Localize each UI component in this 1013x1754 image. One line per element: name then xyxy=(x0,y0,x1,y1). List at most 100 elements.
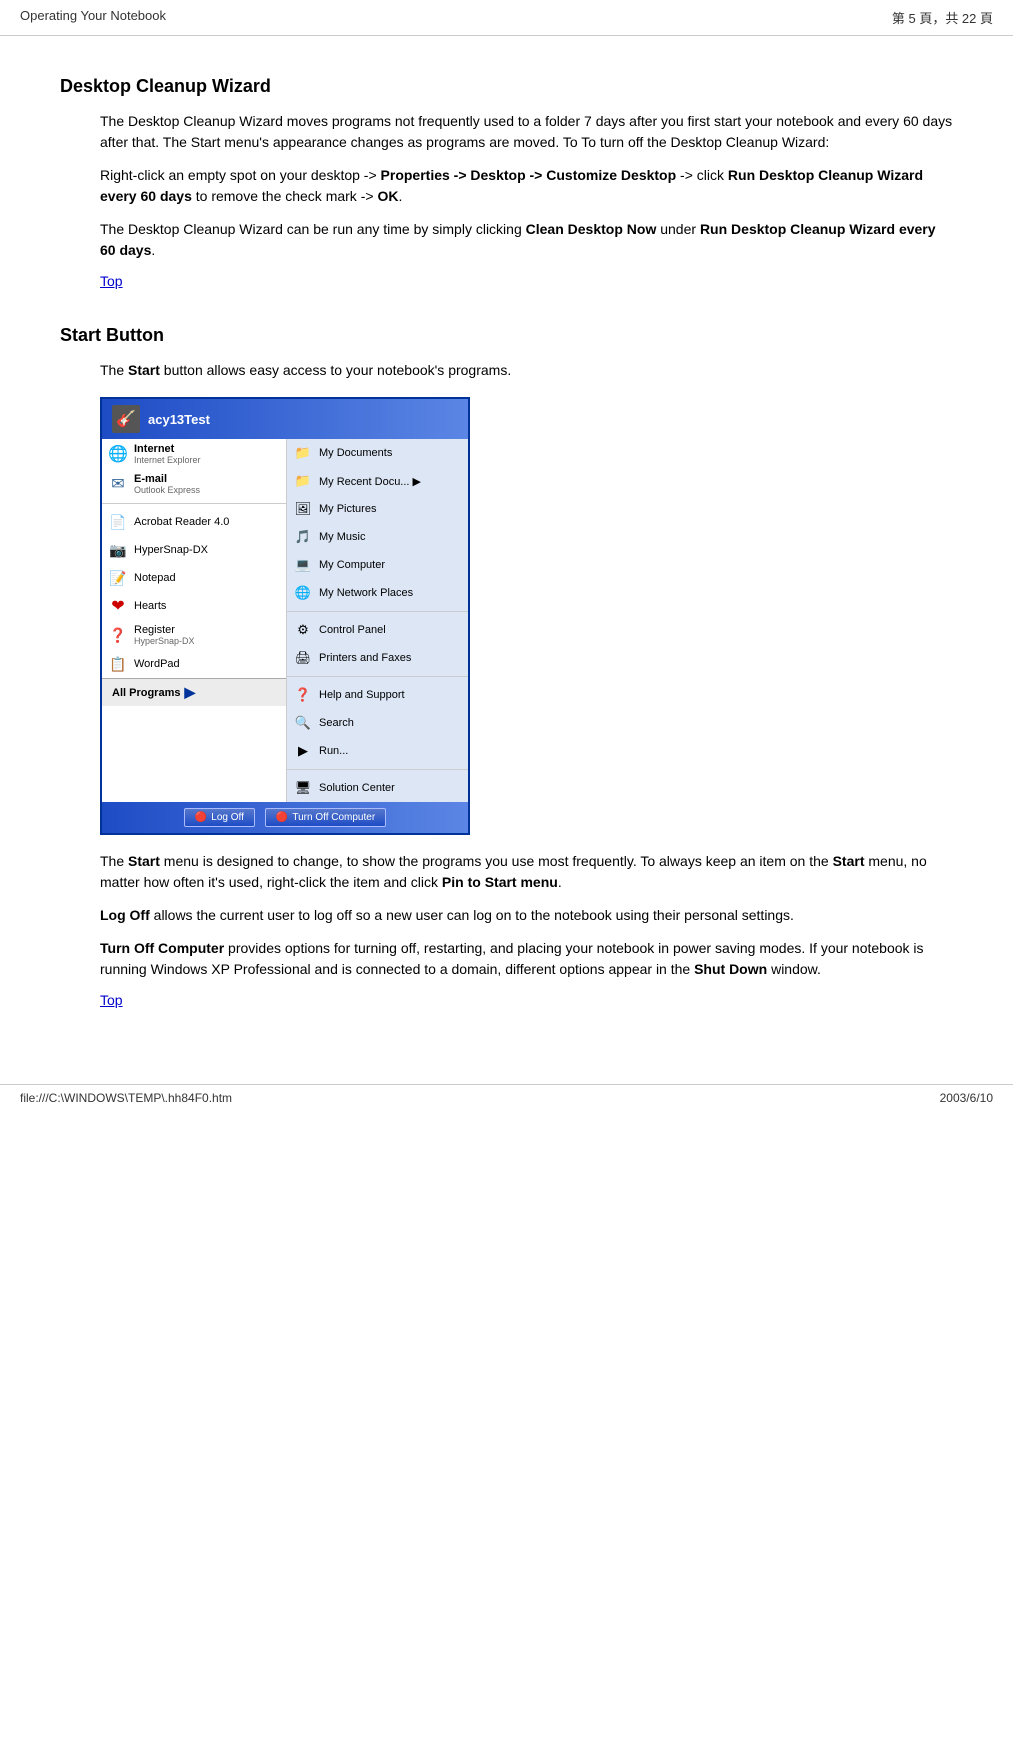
sm-item-internet[interactable]: 🌐 Internet Internet Explorer xyxy=(102,439,286,469)
section2-intro: The Start button allows easy access to y… xyxy=(100,360,953,381)
run-icon: ▶ xyxy=(293,741,313,761)
sm-help-label: Help and Support xyxy=(319,689,405,701)
register-icon: ❓ xyxy=(108,625,128,645)
sm-item-notepad[interactable]: 📝 Notepad xyxy=(102,564,286,592)
sm-solution-center-label: Solution Center xyxy=(319,782,395,794)
sm-logoff-button[interactable]: 🔴 Log Off xyxy=(184,808,255,827)
sm-item-printers[interactable]: 🖨 Printers and Faxes xyxy=(287,644,468,672)
sm-turnoff-button[interactable]: 🔴 Turn Off Computer xyxy=(265,808,386,827)
sm-all-programs[interactable]: All Programs ▶ xyxy=(102,678,286,706)
sm-wordpad-label: WordPad xyxy=(134,658,180,670)
sm-username: acy13Test xyxy=(148,412,210,427)
sm-my-network-label: My Network Places xyxy=(319,587,413,599)
my-documents-icon: 📁 xyxy=(293,443,313,463)
sm-all-programs-label: All Programs xyxy=(112,687,180,699)
sm-item-acrobat[interactable]: 📄 Acrobat Reader 4.0 xyxy=(102,508,286,536)
section2-para1: The Start menu is designed to change, to… xyxy=(100,851,953,893)
sm-register-text: Register HyperSnap-DX xyxy=(134,624,195,646)
hypersnap-icon: 📷 xyxy=(108,540,128,560)
my-pictures-icon: 🖼 xyxy=(293,499,313,519)
wordpad-icon: 📋 xyxy=(108,654,128,674)
sm-left-column: 🌐 Internet Internet Explorer ✉ E-mail xyxy=(102,439,287,802)
footer-date: 2003/6/10 xyxy=(940,1091,993,1105)
sm-my-computer-label: My Computer xyxy=(319,559,385,571)
start-menu-image: 🎸 acy13Test 🌐 Internet Internet Explorer xyxy=(100,397,470,835)
section2-para3: Turn Off Computer provides options for t… xyxy=(100,938,953,980)
section1-para2: Right-click an empty spot on your deskto… xyxy=(100,165,953,207)
section1-top-link[interactable]: Top xyxy=(100,273,123,289)
solution-center-icon: 🖥 xyxy=(293,778,313,798)
section2-para2: Log Off allows the current user to log o… xyxy=(100,905,953,926)
sm-item-wordpad[interactable]: 📋 WordPad xyxy=(102,650,286,678)
section1-para3: The Desktop Cleanup Wizard can be run an… xyxy=(100,219,953,261)
footer-file-path: file:///C:\WINDOWS\TEMP\.hh84F0.htm xyxy=(20,1091,232,1105)
sm-item-my-documents[interactable]: 📁 My Documents xyxy=(287,439,468,467)
my-computer-icon: 💻 xyxy=(293,555,313,575)
sm-item-my-pictures[interactable]: 🖼 My Pictures xyxy=(287,495,468,523)
sm-item-help[interactable]: ❓ Help and Support xyxy=(287,681,468,709)
acrobat-icon: 📄 xyxy=(108,512,128,532)
section2-title: Start Button xyxy=(60,325,953,346)
sm-body: 🌐 Internet Internet Explorer ✉ E-mail xyxy=(102,439,468,802)
sm-title-icon: 🎸 xyxy=(112,405,140,433)
section-desktop-cleanup: Desktop Cleanup Wizard The Desktop Clean… xyxy=(60,76,953,309)
sm-item-run[interactable]: ▶ Run... xyxy=(287,737,468,765)
sm-search-label: Search xyxy=(319,717,354,729)
internet-icon: 🌐 xyxy=(108,444,128,464)
help-icon: ❓ xyxy=(293,685,313,705)
header-page-info: 第 5 頁，共 22 頁 xyxy=(892,8,993,27)
sm-bottom-bar: 🔴 Log Off 🔴 Turn Off Computer xyxy=(102,802,468,833)
sm-item-hearts[interactable]: ❤ Hearts xyxy=(102,592,286,620)
sm-right-column: 📁 My Documents 📁 My Recent Docu... ▶ 🖼 M… xyxy=(287,439,468,802)
sm-item-solution-center[interactable]: 🖥 Solution Center xyxy=(287,774,468,802)
sm-hypersnap-label: HyperSnap-DX xyxy=(134,544,208,556)
email-icon: ✉ xyxy=(108,474,128,494)
sm-turnoff-label: Turn Off Computer xyxy=(292,812,375,823)
control-panel-icon: ⚙ xyxy=(293,620,313,640)
content-area: Desktop Cleanup Wizard The Desktop Clean… xyxy=(0,36,1013,1064)
section1-title: Desktop Cleanup Wizard xyxy=(60,76,953,97)
sm-item-register[interactable]: ❓ Register HyperSnap-DX xyxy=(102,620,286,650)
sm-control-panel-label: Control Panel xyxy=(319,624,386,636)
section1-content: The Desktop Cleanup Wizard moves program… xyxy=(100,111,953,309)
sm-my-recent-label: My Recent Docu... ▶ xyxy=(319,475,421,488)
sm-item-my-recent[interactable]: 📁 My Recent Docu... ▶ xyxy=(287,467,468,495)
sm-item-my-computer[interactable]: 💻 My Computer xyxy=(287,551,468,579)
section-start-button: Start Button The Start button allows eas… xyxy=(60,325,953,1028)
header-title: Operating Your Notebook xyxy=(20,8,166,27)
search-icon: 🔍 xyxy=(293,713,313,733)
sm-my-documents-label: My Documents xyxy=(319,447,392,459)
sm-item-search[interactable]: 🔍 Search xyxy=(287,709,468,737)
logoff-icon: 🔴 xyxy=(195,812,207,823)
printers-icon: 🖨 xyxy=(293,648,313,668)
sm-printers-label: Printers and Faxes xyxy=(319,652,411,664)
sm-separator-right-3 xyxy=(287,769,468,770)
page-header: Operating Your Notebook 第 5 頁，共 22 頁 xyxy=(0,0,1013,36)
sm-item-email[interactable]: ✉ E-mail Outlook Express xyxy=(102,469,286,499)
hearts-icon: ❤ xyxy=(108,596,128,616)
sm-item-control-panel[interactable]: ⚙ Control Panel xyxy=(287,616,468,644)
sm-notepad-label: Notepad xyxy=(134,572,176,584)
my-recent-icon: 📁 xyxy=(293,471,313,491)
my-network-icon: 🌐 xyxy=(293,583,313,603)
section2-top-link[interactable]: Top xyxy=(100,992,123,1008)
sm-hearts-label: Hearts xyxy=(134,600,166,612)
sm-internet-text: Internet Internet Explorer xyxy=(134,443,201,465)
sm-separator-right-1 xyxy=(287,611,468,612)
sm-my-pictures-label: My Pictures xyxy=(319,503,376,515)
sm-separator-1 xyxy=(102,503,286,504)
sm-title-bar: 🎸 acy13Test xyxy=(102,399,468,439)
my-music-icon: 🎵 xyxy=(293,527,313,547)
sm-my-music-label: My Music xyxy=(319,531,365,543)
sm-separator-right-2 xyxy=(287,676,468,677)
section1-para1: The Desktop Cleanup Wizard moves program… xyxy=(100,111,953,153)
sm-run-label: Run... xyxy=(319,745,348,757)
section2-content: The Start button allows easy access to y… xyxy=(100,360,953,1028)
sm-item-hypersnap[interactable]: 📷 HyperSnap-DX xyxy=(102,536,286,564)
sm-logoff-label: Log Off xyxy=(211,812,244,823)
sm-item-my-music[interactable]: 🎵 My Music xyxy=(287,523,468,551)
sm-item-my-network[interactable]: 🌐 My Network Places xyxy=(287,579,468,607)
page-footer: file:///C:\WINDOWS\TEMP\.hh84F0.htm 2003… xyxy=(0,1084,1013,1111)
sm-all-programs-arrow: ▶ xyxy=(184,684,195,701)
sm-acrobat-label: Acrobat Reader 4.0 xyxy=(134,516,229,528)
